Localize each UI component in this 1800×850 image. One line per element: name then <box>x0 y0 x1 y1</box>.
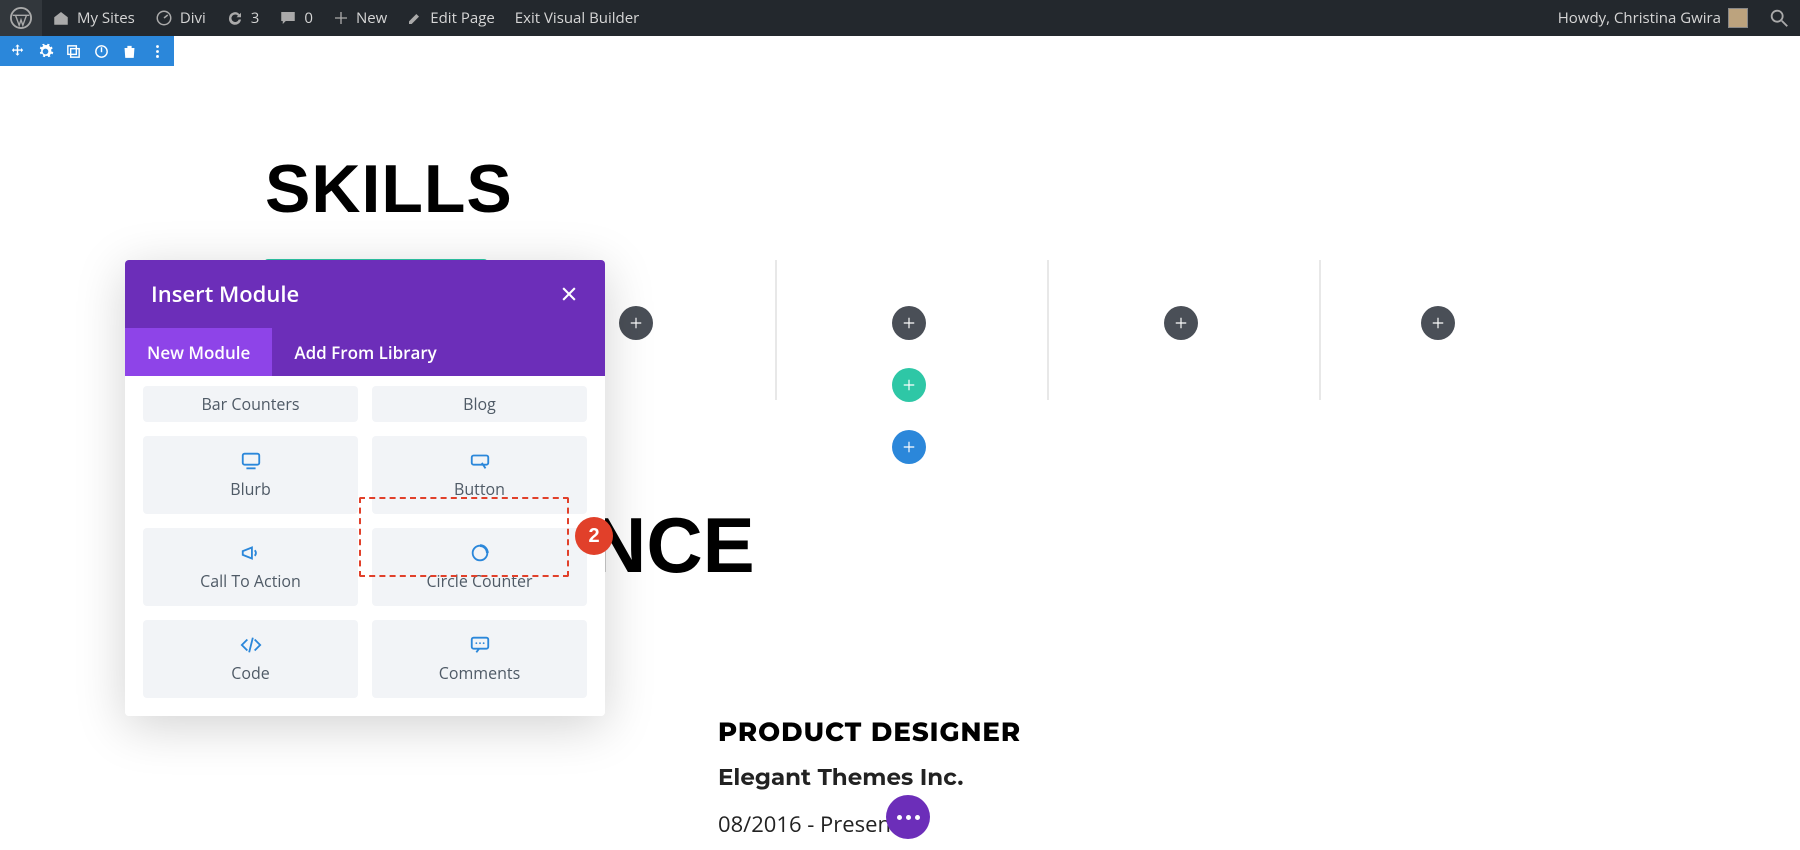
skills-heading: SKILLS <box>265 150 513 228</box>
admin-search[interactable] <box>1758 0 1800 36</box>
plus-icon <box>1174 316 1188 330</box>
trash-icon <box>121 43 138 60</box>
pencil-icon <box>407 10 423 26</box>
module-label: Code <box>231 662 269 684</box>
add-row[interactable] <box>892 368 926 402</box>
module-circle-counter[interactable]: Circle Counter <box>372 528 587 606</box>
plus-icon <box>902 378 916 392</box>
module-bar-counters[interactable]: Bar Counters <box>143 386 358 422</box>
module-label: Bar Counters <box>201 393 299 415</box>
modal-tabs: New Module Add From Library <box>125 328 605 376</box>
section-duplicate[interactable] <box>62 40 84 62</box>
plus-icon <box>902 316 916 330</box>
modal-body: Bar Counters Blog Blurb Button Call To A… <box>125 376 605 716</box>
admin-exit-vb-label: Exit Visual Builder <box>515 8 640 28</box>
section-toolbar <box>0 36 174 66</box>
add-section[interactable] <box>892 430 926 464</box>
modal-header[interactable]: Insert Module <box>125 260 605 328</box>
tab-new-module[interactable]: New Module <box>125 328 272 376</box>
experience-heading-partial: NCE <box>590 500 755 591</box>
dashboard-icon <box>155 9 173 27</box>
avatar <box>1728 8 1748 28</box>
section-save[interactable] <box>90 40 112 62</box>
admin-exit-visual-builder[interactable]: Exit Visual Builder <box>505 0 650 36</box>
admin-updates[interactable]: 3 <box>216 0 270 36</box>
megaphone-icon <box>240 542 262 564</box>
admin-comments[interactable]: 0 <box>269 0 323 36</box>
module-code[interactable]: Code <box>143 620 358 698</box>
admin-edit-page[interactable]: Edit Page <box>397 0 504 36</box>
col-divider <box>1319 260 1321 400</box>
refresh-icon <box>226 9 244 27</box>
button-icon <box>469 450 491 472</box>
module-label: Comments <box>439 662 520 684</box>
module-blog[interactable]: Blog <box>372 386 587 422</box>
circle-counter-icon <box>469 542 491 564</box>
section-settings[interactable] <box>34 40 56 62</box>
callout-2: 2 <box>575 517 613 555</box>
module-blurb[interactable]: Blurb <box>143 436 358 514</box>
admin-updates-count: 3 <box>251 8 260 28</box>
admin-site-name[interactable]: Divi <box>145 0 216 36</box>
add-module-col4[interactable] <box>1164 306 1198 340</box>
house-icon <box>52 9 70 27</box>
wordpress-icon <box>10 7 32 29</box>
builder-fab[interactable] <box>886 795 930 839</box>
module-label: Call To Action <box>200 570 301 592</box>
module-call-to-action[interactable]: Call To Action <box>143 528 358 606</box>
admin-my-sites[interactable]: My Sites <box>42 0 145 36</box>
code-icon <box>240 634 262 656</box>
gear-icon <box>37 43 54 60</box>
comments-icon <box>469 634 491 656</box>
close-icon <box>559 284 579 304</box>
move-icon <box>9 43 26 60</box>
modal-close[interactable] <box>559 276 579 312</box>
blurb-icon <box>240 450 262 472</box>
admin-my-sites-label: My Sites <box>77 8 135 28</box>
module-label: Blog <box>463 393 496 415</box>
add-module-col5[interactable] <box>1421 306 1455 340</box>
add-module-col2[interactable] <box>619 306 653 340</box>
wp-logo[interactable] <box>0 0 42 36</box>
admin-howdy-label: Howdy, Christina Gwira <box>1558 8 1721 28</box>
admin-comments-count: 0 <box>304 8 313 28</box>
admin-new[interactable]: New <box>323 0 397 36</box>
module-comments[interactable]: Comments <box>372 620 587 698</box>
module-label: Button <box>454 478 505 500</box>
modal-title: Insert Module <box>151 279 299 309</box>
plus-icon <box>902 440 916 454</box>
admin-edit-page-label: Edit Page <box>430 8 494 28</box>
insert-module-modal: Insert Module New Module Add From Librar… <box>125 260 605 716</box>
tab-new-module-label: New Module <box>147 341 250 364</box>
admin-howdy[interactable]: Howdy, Christina Gwira <box>1548 0 1758 36</box>
col-divider <box>775 260 777 400</box>
section-delete[interactable] <box>118 40 140 62</box>
product-designer-title: PRODUCT DESIGNER <box>718 716 1021 748</box>
more-icon <box>149 43 166 60</box>
add-module-col3[interactable] <box>892 306 926 340</box>
module-button[interactable]: Button <box>372 436 587 514</box>
plus-icon <box>629 316 643 330</box>
section-move[interactable] <box>6 40 28 62</box>
col-divider <box>1047 260 1049 400</box>
module-label: Blurb <box>230 478 271 500</box>
plus-icon <box>333 10 349 26</box>
plus-icon <box>1431 316 1445 330</box>
module-label: Circle Counter <box>426 570 532 592</box>
search-icon <box>1768 7 1790 29</box>
tab-library-label: Add From Library <box>294 341 436 364</box>
tab-add-from-library[interactable]: Add From Library <box>272 328 458 376</box>
wp-admin-bar: My Sites Divi 3 0 New Edit Page Exit Vis… <box>0 0 1800 36</box>
product-designer-company: Elegant Themes Inc. <box>718 763 963 791</box>
admin-new-label: New <box>356 8 387 28</box>
admin-site-name-label: Divi <box>180 8 206 28</box>
section-more[interactable] <box>146 40 168 62</box>
comment-icon <box>279 9 297 27</box>
power-icon <box>93 43 110 60</box>
product-designer-dates: 08/2016 - Present <box>718 809 899 839</box>
duplicate-icon <box>65 43 82 60</box>
